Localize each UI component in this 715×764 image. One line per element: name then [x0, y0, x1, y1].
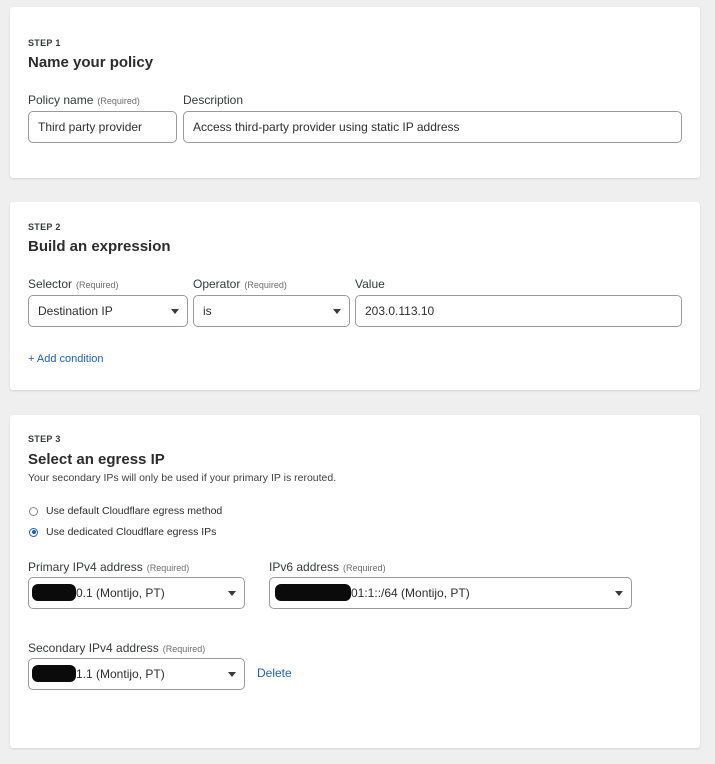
step3-title: Select an egress IP [28, 451, 165, 468]
secondary-ipv4-label: Secondary IPv4 address (Required) [28, 641, 205, 655]
chevron-down-icon [228, 672, 236, 677]
description-label: Description [183, 93, 244, 107]
ipv6-label-text: IPv6 address [269, 560, 340, 574]
radio-default-egress[interactable]: Use default Cloudflare egress method [29, 505, 222, 517]
secondary-ipv4-required: (Required) [162, 644, 206, 654]
redaction-bar [32, 584, 76, 602]
primary-ipv4-value: 0.1 (Montijo, PT) [76, 586, 165, 600]
ipv6-required: (Required) [343, 563, 386, 573]
policy-name-input[interactable]: Third party provider [28, 111, 177, 143]
radio-icon [29, 527, 38, 537]
ipv6-dropdown[interactable]: 01:1::/64 (Montijo, PT) [269, 577, 632, 609]
add-condition-link[interactable]: + Add condition [28, 353, 104, 365]
primary-ipv4-label-text: Primary IPv4 address [28, 560, 143, 574]
operator-dropdown[interactable]: is [193, 295, 350, 327]
primary-ipv4-required: (Required) [146, 563, 190, 573]
primary-ipv4-dropdown[interactable]: 0.1 (Montijo, PT) [28, 577, 245, 609]
step3-label: STEP 3 [28, 434, 61, 444]
ipv6-label: IPv6 address (Required) [269, 560, 386, 574]
selector-required: (Required) [76, 280, 119, 290]
selector-label-text: Selector [28, 277, 73, 291]
chevron-down-icon [228, 591, 236, 596]
policy-name-label: Policy name (Required) [28, 93, 140, 107]
redaction-bar [275, 584, 351, 602]
chevron-down-icon [615, 591, 623, 596]
policy-name-value: Third party provider [38, 120, 143, 134]
description-input[interactable]: Access third-party provider using static… [183, 111, 682, 143]
delete-button[interactable]: Delete [257, 666, 292, 680]
operator-label-text: Operator [193, 277, 241, 291]
description-value: Access third-party provider using static… [193, 120, 460, 134]
redaction-bar [32, 665, 76, 683]
selector-dropdown[interactable]: Destination IP [28, 295, 188, 327]
ipv6-value: 01:1::/64 (Montijo, PT) [351, 586, 470, 600]
radio-dedicated-label: Use dedicated Cloudflare egress IPs [46, 526, 217, 538]
chevron-down-icon [333, 309, 341, 314]
operator-required: (Required) [244, 280, 287, 290]
step3-card: STEP 3 Select an egress IP Your secondar… [10, 415, 700, 748]
step1-card: STEP 1 Name your policy Policy name (Requ… [10, 7, 700, 178]
value-value: 203.0.113.10 [365, 304, 435, 318]
policy-name-label-text: Policy name [28, 93, 94, 107]
step2-card: STEP 2 Build an expression Selector (Requ… [10, 202, 700, 390]
secondary-ipv4-dropdown[interactable]: 1.1 (Montijo, PT) [28, 658, 245, 690]
step2-label: STEP 2 [28, 222, 61, 232]
operator-label: Operator (Required) [193, 277, 287, 291]
operator-value: is [203, 304, 212, 318]
radio-default-label: Use default Cloudflare egress method [46, 505, 223, 517]
step1-title: Name your policy [28, 54, 154, 71]
step1-label: STEP 1 [28, 38, 61, 48]
radio-icon [29, 506, 38, 516]
selector-value: Destination IP [38, 304, 113, 318]
secondary-ipv4-label-text: Secondary IPv4 address [28, 641, 159, 655]
step2-title: Build an expression [28, 238, 171, 255]
step3-help-text: Your secondary IPs will only be used if … [28, 472, 337, 484]
primary-ipv4-label: Primary IPv4 address (Required) [28, 560, 189, 574]
value-input[interactable]: 203.0.113.10 [355, 295, 682, 327]
policy-name-required: (Required) [97, 96, 140, 106]
secondary-ipv4-value: 1.1 (Montijo, PT) [76, 667, 165, 681]
radio-dedicated-egress[interactable]: Use dedicated Cloudflare egress IPs [29, 526, 216, 538]
chevron-down-icon [171, 309, 179, 314]
selector-label: Selector (Required) [28, 277, 119, 291]
value-label: Value [355, 277, 385, 291]
